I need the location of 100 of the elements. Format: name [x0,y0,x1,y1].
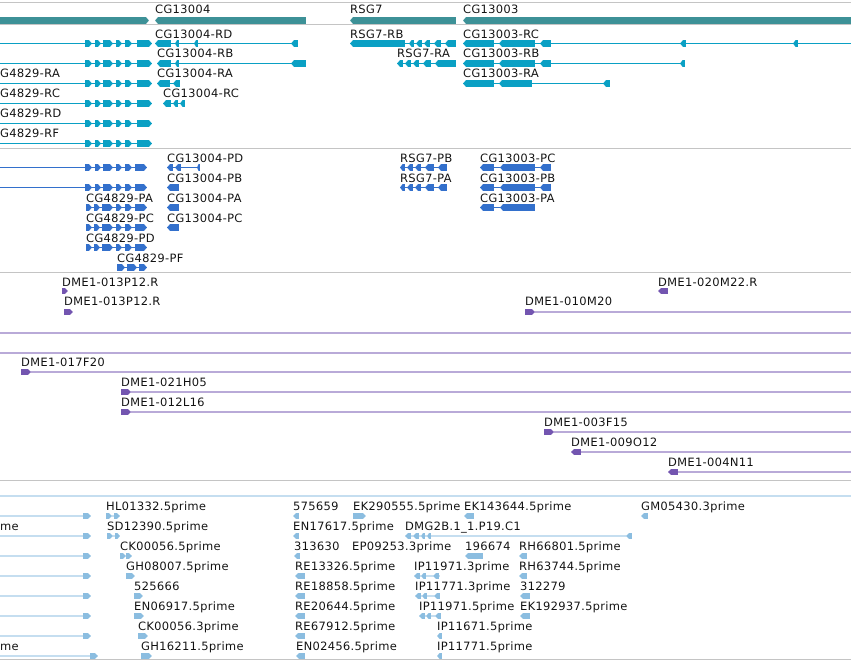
feature-glyph[interactable] [397,60,456,66]
feature-label: RSG7-RA [397,46,450,60]
feature-label: G4829-RD [0,106,62,120]
feature-glyph[interactable] [350,16,456,24]
feature-label: CG13004-RB [157,46,234,60]
feature-glyph[interactable] [64,309,73,315]
feature-label: EN06917.5prime [134,599,236,613]
feature-label: me [0,639,19,653]
feature-glyph[interactable] [155,16,306,24]
feature-glyph[interactable] [0,350,851,356]
feature-label: CG13004 [155,2,211,16]
feature-glyph[interactable] [658,288,668,294]
feature-label: CG4829-PC [86,211,154,225]
feature-glyph[interactable] [86,244,147,250]
feature-label: CG13003-PA [480,191,555,205]
feature-label: CG13004-PC [167,211,243,225]
feature-glyph[interactable] [350,40,456,46]
feature-label: CG13003-PB [480,171,556,185]
feature-glyph[interactable] [0,60,152,66]
feature-glyph[interactable] [0,140,152,146]
feature-label: DME1-009O12 [571,435,658,449]
feature-glyph[interactable] [463,40,851,46]
feature-glyph[interactable] [463,80,610,86]
feature-glyph[interactable] [157,60,306,66]
feature-label: IP11971.3prime [414,559,510,573]
feature-label: RSG7-PA [400,171,452,185]
feature-label: RE13326.5prime [295,559,396,573]
feature-glyph[interactable] [0,330,851,336]
feature-glyph[interactable] [0,184,147,190]
feature-glyph[interactable] [480,164,551,170]
feature-glyph[interactable] [0,100,152,106]
feature-label: IP11971.5prime [419,599,515,613]
feature-label: IP11771.5prime [437,639,533,653]
feature-label: CG13003-RC [463,27,540,41]
feature-label: RH66801.5prime [519,539,621,553]
feature-label: SD12390.5prime [107,519,208,533]
feature-label: CG4829-PA [86,191,154,205]
feature-label: RE18858.5prime [295,579,396,593]
feature-label: CG13003-RB [463,46,540,60]
feature-label: 196674 [465,539,511,553]
feature-label: DME1-003F15 [544,415,628,429]
feature-label: EN02456.5prime [296,639,398,653]
feature-label: CG13003 [463,2,519,16]
feature-label: IP11771.3prime [415,579,511,593]
feature-label: DME1-004N11 [668,455,754,469]
feature-glyph[interactable] [0,80,152,86]
feature-glyph[interactable] [157,80,180,86]
feature-glyph[interactable] [480,184,551,190]
feature-label: G4829-RC [0,86,60,100]
feature-label: EP09253.3prime [352,539,452,553]
feature-label: CG4829-PF [117,251,184,265]
feature-label: RE20644.5prime [295,599,396,613]
feature-label: GH08007.5prime [126,559,229,573]
feature-label: CK00056.3prime [138,619,239,633]
feature-label: GM05430.3prime [641,499,746,513]
feature-label: IP11671.5prime [437,619,533,633]
feature-label: CG13004-PA [167,191,242,205]
feature-glyph[interactable] [117,264,147,270]
feature-label: DME1-013P12.R [62,275,159,289]
feature-glyph[interactable] [400,184,447,190]
feature-glyph[interactable] [167,164,200,170]
feature-glyph[interactable] [121,389,851,395]
feature-glyph[interactable] [668,469,851,475]
feature-label: 313630 [294,539,340,553]
feature-glyph[interactable] [167,184,179,190]
feature-label: DME1-010M20 [525,294,612,308]
feature-glyph[interactable] [121,409,851,415]
feature-glyph[interactable] [0,164,147,170]
feature-glyph[interactable] [0,120,152,126]
feature-glyph[interactable] [167,224,179,230]
feature-label: CG13004-RC [163,86,240,100]
feature-glyph[interactable] [163,100,185,106]
feature-label: CG13004-RD [155,27,233,41]
feature-label: DME1-021H05 [121,375,208,389]
feature-glyph[interactable] [544,429,851,435]
feature-glyph[interactable] [463,16,851,24]
feature-glyph[interactable] [525,309,851,315]
feature-glyph[interactable] [400,164,447,170]
feature-label: DME1-012L16 [121,395,205,409]
feature-label: CK00056.5prime [120,539,221,553]
feature-label: DME1-013P12.R [64,294,161,308]
feature-glyph[interactable] [0,40,152,46]
feature-label: HL01332.5prime [106,499,206,513]
feature-label: CG4829-PD [86,231,155,245]
feature-glyph[interactable] [480,204,535,210]
feature-glyph[interactable] [86,224,147,230]
feature-glyph[interactable] [463,60,685,66]
feature-label: 312279 [520,579,566,593]
feature-label: CG13003-PC [480,151,556,165]
feature-glyph[interactable] [167,204,179,210]
feature-glyph[interactable] [62,288,68,294]
feature-glyph[interactable] [21,369,851,375]
feature-label: DMG2B.1_1.P19.C1 [405,519,521,533]
feature-glyph[interactable] [0,16,149,24]
feature-label: CG13004-PD [167,151,244,165]
feature-label: EK192937.5prime [520,599,628,613]
feature-label: 575659 [293,499,339,513]
feature-glyph[interactable] [155,40,298,46]
feature-glyph[interactable] [571,449,851,455]
feature-glyph[interactable] [86,204,147,210]
